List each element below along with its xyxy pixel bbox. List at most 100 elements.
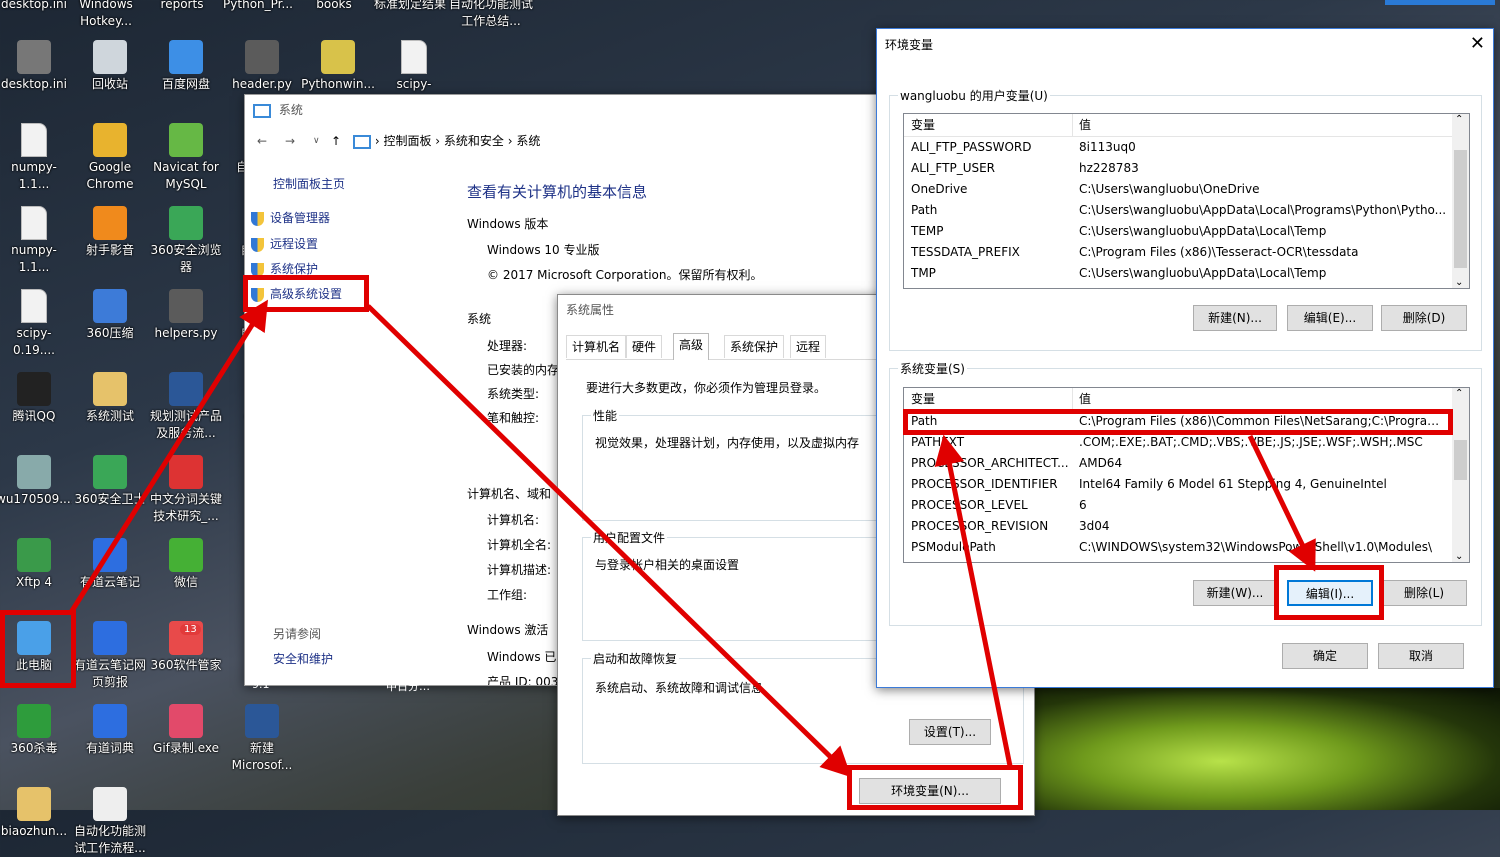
- desktop-icon[interactable]: 中文分词关键技术研究_...: [148, 455, 224, 525]
- variable-value: Intel64 Family 6 Model 61 Stepping 4, Ge…: [1079, 477, 1387, 491]
- sidebar-item-device-manager[interactable]: 设备管理器: [251, 209, 330, 226]
- description-label: 计算机描述:: [487, 563, 552, 577]
- desktop-icon[interactable]: Navicat for MySQL: [148, 123, 224, 193]
- desktop-icon[interactable]: 有道云笔记: [72, 538, 148, 591]
- startup-settings-button[interactable]: 设置(T)...: [909, 719, 991, 745]
- desktop-icon-label: 有道云笔记: [79, 575, 140, 589]
- tab-system-protection[interactable]: 系统保护: [724, 335, 785, 358]
- scrollbar[interactable]: ⌃ ⌄: [1452, 114, 1469, 288]
- list-item[interactable]: PROCESSOR_REVISION 3d04: [904, 516, 1469, 537]
- desktop-icon[interactable]: 回收站: [72, 40, 148, 93]
- list-item[interactable]: ALI_FTP_PASSWORD 8i113uq0: [904, 137, 1469, 158]
- desktop-icon[interactable]: 腾讯QQ: [0, 372, 72, 425]
- sidebar-item-remote[interactable]: 远程设置: [251, 235, 318, 252]
- column-header-variable[interactable]: 变量: [911, 388, 935, 410]
- scroll-thumb[interactable]: [1454, 150, 1467, 268]
- desktop-icon-label[interactable]: Windows Hotkey...: [68, 0, 144, 30]
- desktop-icon[interactable]: 微信: [148, 538, 224, 591]
- desktop-icon[interactable]: 有道词典: [72, 704, 148, 757]
- list-item[interactable]: TEMP C:\Users\wangluobu\AppData\Local\Tem…: [904, 221, 1469, 242]
- list-item[interactable]: TMP C:\Users\wangluobu\AppData\Local\Temp: [904, 263, 1469, 284]
- scroll-up-icon[interactable]: ⌃: [1455, 114, 1463, 125]
- list-item[interactable]: OneDrive C:\Users\wangluobu\OneDrive: [904, 179, 1469, 200]
- breadcrumb-system-security[interactable]: 系统和安全: [444, 134, 504, 148]
- desktop-icon[interactable]: Google Chrome: [72, 123, 148, 193]
- desktop-icon[interactable]: Pythonwin...: [300, 40, 376, 93]
- security-maintenance-link[interactable]: 安全和维护: [273, 650, 333, 667]
- desktop-icon[interactable]: 规划测试产品及服务流...: [148, 372, 224, 442]
- desktop-icon[interactable]: Gif录制.exe: [148, 704, 224, 757]
- activation-section: Windows 激活: [467, 623, 549, 637]
- close-icon[interactable]: ✕: [1470, 33, 1485, 54]
- desktop-icon[interactable]: 360压缩: [72, 289, 148, 342]
- column-header-variable[interactable]: 变量: [911, 114, 935, 136]
- desktop-icon[interactable]: 360安全浏览器: [148, 206, 224, 276]
- desktop-icon-label[interactable]: Python_Pr...: [220, 0, 296, 13]
- breadcrumb-system[interactable]: 系统: [516, 134, 540, 148]
- desktop-icon[interactable]: wu170509....: [0, 455, 72, 508]
- desktop-icon[interactable]: header.py: [224, 40, 300, 93]
- tab-remote[interactable]: 远程: [790, 335, 827, 358]
- user-vars-list[interactable]: 变量 值 ALI_FTP_PASSWORD 8i113uq0 ALI_FTP_USE…: [903, 113, 1470, 289]
- desktop-icon[interactable]: numpy-1.1...: [0, 206, 72, 276]
- list-item[interactable]: PATHEXT .COM;.EXE;.BAT;.CMD;.VBS;.VBE;.JS…: [904, 432, 1469, 453]
- forward-arrow-icon[interactable]: →: [285, 125, 295, 157]
- desktop-icon[interactable]: helpers.py: [148, 289, 224, 342]
- desktop-icon[interactable]: 有道云笔记网页剪报: [72, 621, 148, 691]
- user-edit-button[interactable]: 编辑(E)...: [1287, 305, 1373, 331]
- desktop-icon[interactable]: 360杀毒: [0, 704, 72, 757]
- desktop-icon[interactable]: biaozhun...: [0, 787, 72, 840]
- tab-computer-name[interactable]: 计算机名: [566, 335, 627, 358]
- desktop-icon-label[interactable]: 标准划定结果: [372, 0, 448, 13]
- column-header-value[interactable]: 值: [1079, 388, 1447, 410]
- list-item[interactable]: PROCESSOR_LEVEL 6: [904, 495, 1469, 516]
- scroll-down-icon[interactable]: ⌄: [1455, 551, 1463, 562]
- desktop-icon[interactable]: 新建 Microsof...: [224, 704, 300, 774]
- tab-hardware[interactable]: 硬件: [626, 335, 663, 358]
- desktop-icon-label[interactable]: books: [296, 0, 372, 13]
- scroll-thumb[interactable]: [1454, 440, 1467, 480]
- scroll-down-icon[interactable]: ⌄: [1455, 277, 1463, 288]
- cancel-button[interactable]: 取消: [1378, 643, 1464, 669]
- tab-advanced[interactable]: 高级: [673, 333, 710, 360]
- desktop-icon[interactable]: 百度网盘: [148, 40, 224, 93]
- breadcrumb-control-panel[interactable]: 控制面板: [383, 134, 431, 148]
- scrollbar[interactable]: ⌃ ⌄: [1452, 388, 1469, 562]
- desktop-icon-label[interactable]: desktop.ini: [0, 0, 72, 13]
- desktop-icon[interactable]: numpy-1.1...: [0, 123, 72, 193]
- settings-file-icon: [17, 40, 51, 74]
- list-item[interactable]: PSModulePath C:\WINDOWS\system32\WindowsP…: [904, 537, 1469, 558]
- desktop-icon[interactable]: 射手影音: [72, 206, 148, 259]
- ok-button[interactable]: 确定: [1282, 643, 1368, 669]
- variable-value: C:\WINDOWS\system32\WindowsPowerShell\v1…: [1079, 540, 1433, 554]
- system-window-titlebar[interactable]: 系统: [245, 95, 905, 125]
- recent-locations-icon[interactable]: ∨: [313, 125, 320, 157]
- desktop-icon[interactable]: 自动化功能测试工作流程...: [72, 787, 148, 857]
- system-new-button[interactable]: 新建(W)...: [1193, 580, 1277, 606]
- list-item[interactable]: TESSDATA_PREFIX C:\Program Files (x86)\Te…: [904, 242, 1469, 263]
- list-item[interactable]: PROCESSOR_IDENTIFIER Intel64 Family 6 Mod…: [904, 474, 1469, 495]
- scroll-up-icon[interactable]: ⌃: [1455, 388, 1463, 399]
- variable-name: TEMP: [911, 224, 944, 238]
- column-header-value[interactable]: 值: [1079, 114, 1447, 136]
- desktop-icon-label[interactable]: 自动化功能测试工作总结...: [448, 0, 534, 30]
- folder-zip-icon: [93, 372, 127, 406]
- desktop-icon[interactable]: Xftp 4: [0, 538, 72, 591]
- up-arrow-icon[interactable]: ↑: [331, 125, 341, 157]
- system-delete-button[interactable]: 删除(L): [1381, 580, 1467, 606]
- env-titlebar[interactable]: 环境变量: [877, 29, 1493, 61]
- desktop-icon[interactable]: desktop.ini: [0, 40, 72, 93]
- back-arrow-icon[interactable]: ←: [257, 125, 267, 157]
- desktop-icon[interactable]: 360安全卫士: [72, 455, 148, 508]
- user-new-button[interactable]: 新建(N)...: [1193, 305, 1277, 331]
- desktop-icon-label: Xftp 4: [15, 575, 52, 589]
- desktop-icon-label[interactable]: reports: [144, 0, 220, 13]
- sidebar-control-panel-home[interactable]: 控制面板主页: [273, 175, 345, 192]
- user-delete-button[interactable]: 删除(D): [1381, 305, 1467, 331]
- list-item[interactable]: Path C:\Users\wangluobu\AppData\Local\Pro…: [904, 200, 1469, 221]
- desktop-icon-label: helpers.py: [154, 326, 218, 340]
- list-item[interactable]: PROCESSOR_ARCHITECT... AMD64: [904, 453, 1469, 474]
- desktop-icon[interactable]: scipy-0.19....: [0, 289, 72, 359]
- desktop-icon[interactable]: 系统测试: [72, 372, 148, 425]
- list-item[interactable]: ALI_FTP_USER hz228783: [904, 158, 1469, 179]
